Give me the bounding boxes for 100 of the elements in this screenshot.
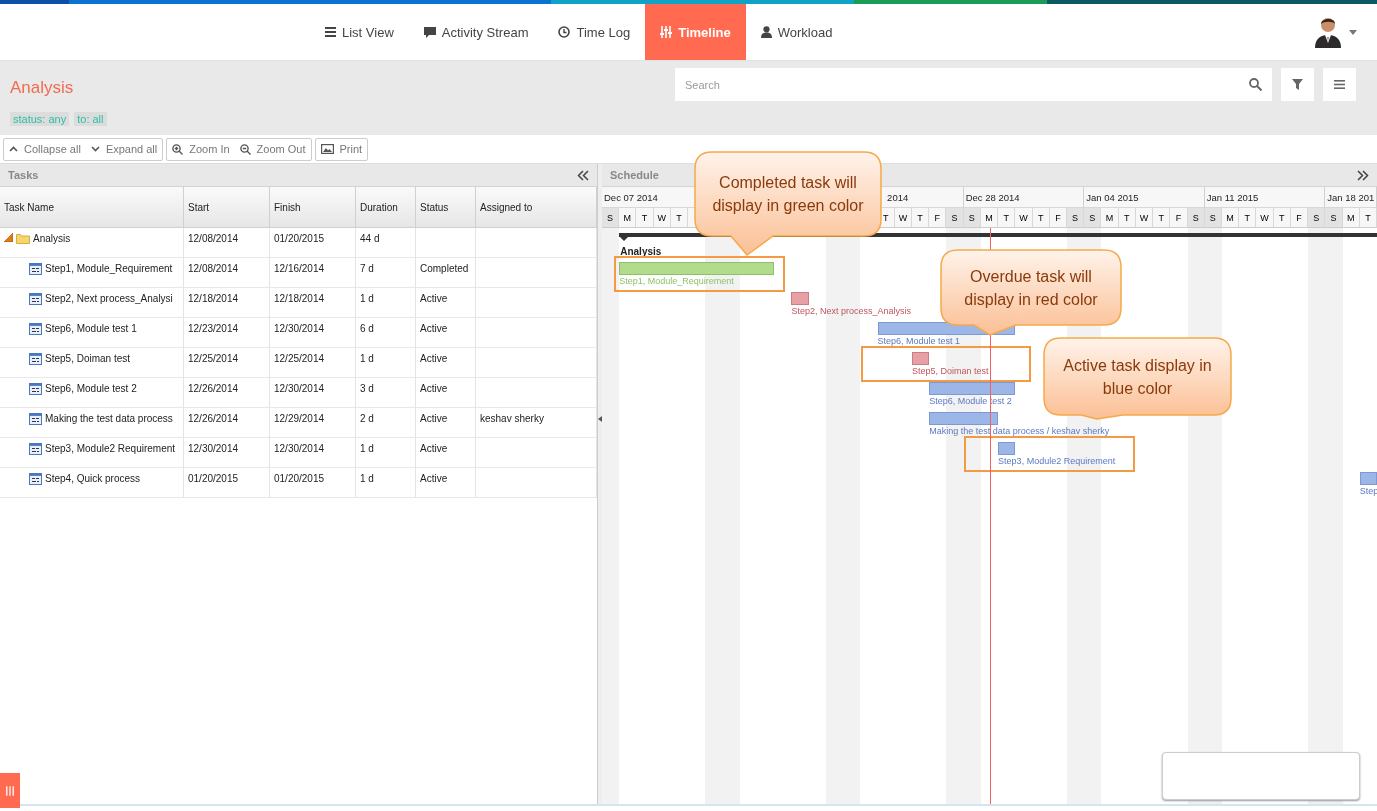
column-header[interactable]: Finish [270, 187, 356, 228]
table-cell: 1 d [356, 468, 416, 498]
task-icon [29, 293, 42, 305]
task-name-cell[interactable]: Step2, Next process_Analysi [0, 288, 184, 318]
toolbar-button[interactable]: Expand all [85, 138, 163, 160]
table-cell: 6 d [356, 318, 416, 348]
clock-icon [558, 26, 571, 38]
table-cell: 12/23/2014 [184, 318, 270, 348]
bars-icon [6, 784, 14, 797]
day-header-cell: M [1101, 208, 1119, 228]
table-cell: Active [416, 408, 476, 438]
column-header[interactable]: Status [416, 187, 476, 228]
nav-tab[interactable]: Activity Stream [408, 4, 544, 60]
nav-tab[interactable]: Workload [745, 4, 848, 60]
task-name-cell[interactable]: Analysis [0, 228, 184, 258]
task-name-cell[interactable]: Step3, Module2 Requirement [0, 438, 184, 468]
table-cell: 12/08/2014 [184, 258, 270, 288]
task-icon [29, 473, 42, 485]
table-cell: 12/08/2014 [184, 228, 270, 258]
table-cell: Active [416, 288, 476, 318]
task-name-cell[interactable]: Making the test data process [0, 408, 184, 438]
task-bar[interactable] [998, 442, 1016, 455]
column-header[interactable]: Duration [356, 187, 416, 228]
table-cell: 12/30/2014 [270, 438, 356, 468]
nav-tab[interactable]: Time Log [543, 4, 646, 60]
caret-icon[interactable] [1349, 29, 1357, 35]
task-label: Step1, Module_Requirement [619, 276, 734, 286]
day-header-cell: T [1153, 208, 1171, 228]
filter-button[interactable] [1281, 68, 1314, 101]
week-header-cell: Jan 18 201 [1325, 187, 1377, 208]
avatar-icon[interactable] [1315, 16, 1341, 48]
task-icon [29, 383, 42, 395]
filter-icon [1292, 79, 1303, 90]
summary-label: Analysis [620, 246, 662, 257]
nav-tab[interactable]: List View [310, 4, 409, 60]
table-cell: keshav sherky [476, 408, 597, 438]
double-chevron-right-icon[interactable] [1357, 169, 1369, 181]
table-cell: 44 d [356, 228, 416, 258]
table-cell: 1 d [356, 348, 416, 378]
table-cell: 1 d [356, 288, 416, 318]
day-header-cell: S [1325, 208, 1343, 228]
table-cell: 12/18/2014 [270, 288, 356, 318]
search-field[interactable]: Search [675, 68, 1272, 101]
table-cell: 2 d [356, 408, 416, 438]
task-name-cell[interactable]: Step6, Module test 2 [0, 378, 184, 408]
table-cell: 12/26/2014 [184, 408, 270, 438]
task-bar[interactable] [912, 352, 930, 365]
callout: Active task display in blue color [1043, 337, 1232, 420]
column-header[interactable]: Assigned to [476, 187, 597, 228]
task-label: Step3, Module2 Requirement [998, 456, 1116, 466]
table-cell: Active [416, 468, 476, 498]
search-icon[interactable] [1249, 78, 1262, 91]
user-icon [760, 26, 772, 38]
table-cell: 7 d [356, 258, 416, 288]
toolbar-button[interactable]: Zoom In [167, 138, 235, 160]
column-header[interactable]: Start [184, 187, 270, 228]
task-label: Step5, Doiman test [912, 366, 989, 376]
toolbar-button[interactable]: Collapse all [4, 138, 86, 160]
double-chevron-left-icon[interactable] [577, 169, 589, 181]
day-header-cell: W [1015, 208, 1033, 228]
task-label: Step2, Next process_Analysis [791, 306, 911, 316]
task-icon [29, 413, 42, 425]
expander-triangle-icon[interactable] [4, 233, 13, 242]
toolbar-button[interactable]: Zoom Out [234, 138, 311, 160]
day-header-cell: S [1308, 208, 1326, 228]
task-name-cell[interactable]: Step4, Quick process [0, 468, 184, 498]
task-icon [29, 443, 42, 455]
task-name-cell[interactable]: Step1, Module_Requirement [0, 258, 184, 288]
week-header-cell: Jan 11 2015 [1204, 187, 1326, 208]
table-cell: 3 d [356, 378, 416, 408]
list-icon [325, 27, 336, 37]
day-header-cell: T [998, 208, 1016, 228]
image-icon [320, 144, 334, 154]
toolbar-button[interactable]: Print [315, 138, 368, 160]
task-bar[interactable] [1359, 472, 1377, 485]
table-cell [416, 228, 476, 258]
table-cell: 01/20/2015 [270, 228, 356, 258]
side-toggle-button[interactable] [0, 773, 20, 808]
day-header-cell: S [946, 208, 964, 228]
table-cell: Active [416, 348, 476, 378]
table-cell: 01/20/2015 [270, 468, 356, 498]
task-name-cell[interactable]: Step6, Module test 1 [0, 318, 184, 348]
table-cell: 12/29/2014 [270, 408, 356, 438]
day-header-cell: T [1239, 208, 1257, 228]
menu-button[interactable] [1323, 68, 1356, 101]
column-header[interactable]: Task Name [0, 187, 184, 228]
week-header-cell: Dec 28 2014 [963, 187, 1085, 208]
task-icon [29, 263, 42, 275]
table-cell: 12/30/2014 [270, 378, 356, 408]
chevron-up-icon [9, 146, 18, 152]
day-header-cell: M [619, 208, 637, 228]
table-cell: 1 d [356, 438, 416, 468]
table-cell: 01/20/2015 [184, 468, 270, 498]
callout: Overdue task will display in red color [940, 249, 1122, 336]
task-name-cell[interactable]: Step5, Doiman test [0, 348, 184, 378]
task-label: Step6, Module test 1 [877, 336, 961, 346]
zoom-in-icon [172, 143, 184, 155]
table-cell: 12/25/2014 [184, 348, 270, 378]
table-cell: 12/30/2014 [184, 438, 270, 468]
comment-icon [423, 26, 436, 38]
